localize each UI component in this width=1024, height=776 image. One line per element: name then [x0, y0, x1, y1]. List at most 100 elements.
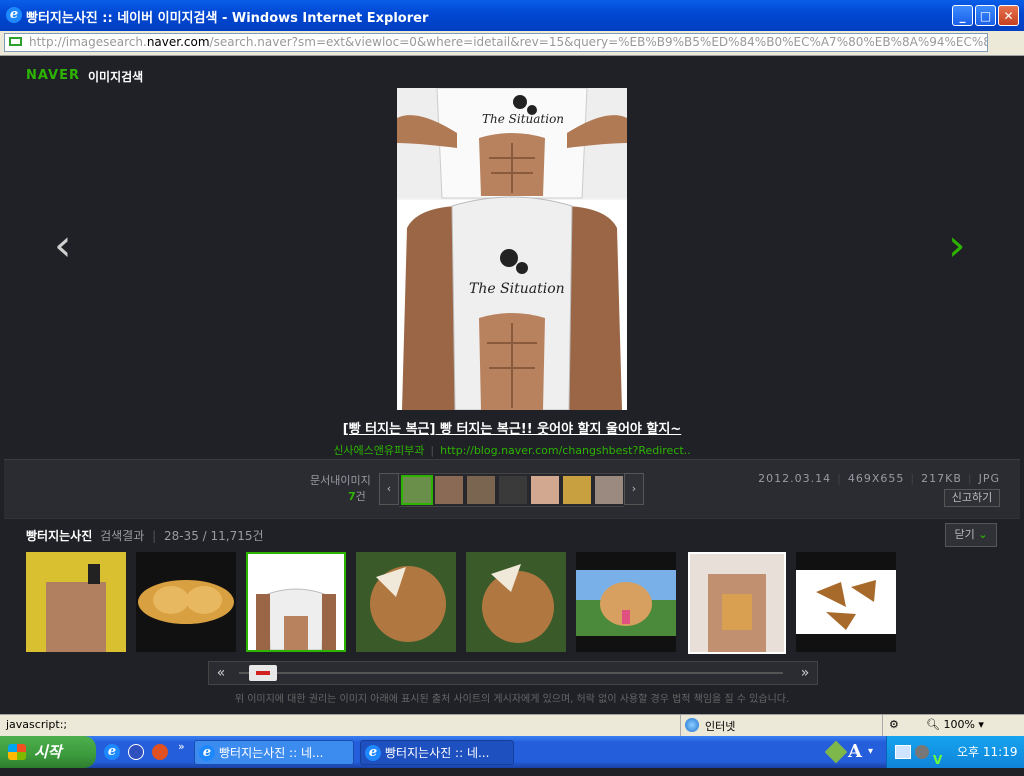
- doc-images-prev-button[interactable]: ‹: [379, 473, 399, 505]
- globe-icon: [685, 718, 699, 732]
- zoom-level: 100%: [943, 718, 975, 731]
- address-rest: /search.naver?sm=ext&viewloc=0&where=ide…: [209, 35, 987, 49]
- naver-logo[interactable]: NAVER: [26, 68, 80, 83]
- results-header: 빵터지는사진 검색결과 | 28-35 / 11,715건: [26, 529, 264, 543]
- result-thumb-1[interactable]: [26, 552, 126, 652]
- lock-icon: ⚙: [889, 718, 899, 731]
- result-thumb-4[interactable]: [356, 552, 456, 652]
- start-button[interactable]: 시작: [0, 736, 96, 768]
- scroll-right-button[interactable]: »: [793, 662, 817, 684]
- results-label: 검색결과: [100, 529, 145, 543]
- window-title: 빵터지는사진 :: 네이버 이미지검색 - Windows Internet E…: [26, 11, 429, 26]
- volume-icon[interactable]: [915, 745, 929, 759]
- taskbar-item-label: 빵터지는사진 :: 네...: [385, 746, 490, 760]
- source-name-link[interactable]: 신사에스앤유피부과: [333, 444, 424, 457]
- taskbar-item-1[interactable]: e 빵터지는사진 :: 네...: [194, 740, 354, 765]
- result-thumb-8[interactable]: [796, 552, 896, 652]
- doc-thumb-7[interactable]: [595, 476, 623, 504]
- network-icon[interactable]: [895, 745, 911, 759]
- ime-icon[interactable]: A: [848, 741, 862, 762]
- close-strip-button[interactable]: 닫기 ⌄: [945, 523, 997, 547]
- windows-logo-icon: [8, 744, 26, 760]
- main-image[interactable]: The Situation The Situation: [397, 88, 627, 410]
- shirt-print-text-2: The Situation: [469, 281, 565, 297]
- prev-image-arrow-icon[interactable]: ‹: [54, 224, 72, 268]
- quicklaunch-ie-icon[interactable]: e: [104, 744, 120, 760]
- antivirus-icon[interactable]: V: [933, 744, 942, 776]
- doc-thumb-5[interactable]: [531, 476, 559, 504]
- image-caption-link[interactable]: [빵 터지는 복근] 빵 터지는 복근!! 웃어야 할지 울어야 할지~: [4, 418, 1020, 437]
- address-bar-area: http://imagesearch.naver.com/search.nave…: [0, 31, 1024, 83]
- browser-status-bar: javascript:; 인터넷 ⚙ 🔍︎ 100% ▾: [0, 714, 1024, 737]
- close-window-button[interactable]: ✕: [998, 5, 1019, 26]
- doc-images-unit: 건: [355, 490, 366, 503]
- image-info-bar: 문서내이미지 7건 ‹ › 2012.03.14 | 469X655 | 217KB | J…: [4, 459, 1020, 518]
- doc-images-strip: [399, 473, 624, 507]
- taskbar-item-label: 빵터지는사진 :: 네...: [219, 746, 324, 760]
- report-button[interactable]: 신고하기: [944, 489, 1000, 507]
- scroll-left-button[interactable]: «: [209, 662, 233, 684]
- chevron-down-icon: ▾: [978, 718, 984, 731]
- maximize-button[interactable]: □: [975, 5, 996, 26]
- image-filesize: 217KB: [921, 472, 962, 485]
- ie-icon: e: [6, 7, 22, 23]
- copyright-notice: 위 이미지에 대한 권리는 이미지 아래에 표시된 출처 사이트의 게시자에게 …: [234, 694, 790, 705]
- scroll-track[interactable]: [239, 672, 783, 674]
- search-results-strip: 빵터지는사진 검색결과 | 28-35 / 11,715건 닫기 ⌄ « » 위…: [4, 518, 1020, 715]
- result-thumb-2[interactable]: [136, 552, 236, 652]
- doc-thumb-6[interactable]: [563, 476, 591, 504]
- minimize-button[interactable]: _: [952, 5, 973, 26]
- start-label: 시작: [34, 743, 62, 761]
- section-title[interactable]: 이미지검색: [88, 68, 143, 85]
- ie-icon: e: [365, 745, 381, 761]
- image-metadata: 2012.03.14 | 469X655 | 217KB | JPG: [758, 472, 1000, 485]
- result-thumb-7[interactable]: [688, 552, 786, 654]
- quicklaunch-media-icon[interactable]: [128, 744, 144, 760]
- page-content: NAVER 이미지검색 ‹ › The Situation The Situat…: [4, 56, 1020, 715]
- status-text: javascript:;: [6, 718, 68, 731]
- results-query[interactable]: 빵터지는사진: [26, 529, 92, 543]
- result-thumb-5[interactable]: [466, 552, 566, 652]
- security-panel[interactable]: ⚙: [882, 715, 923, 737]
- quicklaunch-app-icon[interactable]: [152, 744, 168, 760]
- language-bar-icon[interactable]: [824, 740, 848, 764]
- close-strip-label: 닫기: [954, 528, 975, 541]
- image-format: JPG: [978, 472, 1000, 485]
- image-source: 신사에스앤유피부과 | http://blog.naver.com/changshb…: [333, 444, 691, 457]
- ie-icon: e: [199, 745, 215, 761]
- result-thumb-3-selected[interactable]: [246, 552, 346, 652]
- image-dimensions: 469X655: [847, 472, 905, 485]
- page-icon: [9, 37, 22, 46]
- taskbar-item-2[interactable]: e 빵터지는사진 :: 네...: [360, 740, 514, 765]
- address-input[interactable]: http://imagesearch.naver.com/search.nave…: [4, 33, 988, 52]
- results-range: 28-35 / 11,715건: [163, 529, 264, 543]
- shirt-print-text: The Situation: [482, 112, 564, 126]
- source-url-link[interactable]: http://blog.naver.com/changshbest?Redire…: [440, 444, 691, 457]
- doc-thumb-1[interactable]: [401, 475, 433, 505]
- windows-taskbar: 시작 e » e 빵터지는사진 :: 네... e 빵터지는사진 :: 네...…: [0, 736, 1024, 768]
- zone-panel: 인터넷: [680, 715, 881, 737]
- clock[interactable]: 오후 11:19: [957, 736, 1017, 768]
- doc-images-next-button[interactable]: ›: [624, 473, 644, 505]
- doc-images-count: 7건: [348, 488, 366, 504]
- doc-thumb-4[interactable]: [499, 476, 527, 504]
- result-thumb-6[interactable]: [576, 552, 676, 652]
- window-title-bar: e 빵터지는사진 :: 네이버 이미지검색 - Windows Internet…: [0, 0, 1024, 32]
- doc-thumb-2[interactable]: [435, 476, 463, 504]
- doc-thumb-3[interactable]: [467, 476, 495, 504]
- zoom-icon: 🔍︎: [926, 718, 940, 731]
- chevron-down-icon: ⌄: [978, 528, 988, 541]
- address-prefix: http://imagesearch.: [29, 35, 147, 49]
- quicklaunch-more-icon[interactable]: »: [178, 740, 185, 753]
- ime-menu-icon[interactable]: ▾: [868, 746, 873, 757]
- system-tray: V 오후 11:19: [886, 736, 1024, 768]
- zoom-control[interactable]: 🔍︎ 100% ▾: [926, 718, 984, 731]
- next-image-arrow-icon[interactable]: ›: [948, 224, 966, 268]
- doc-images-label: 문서내이미지: [310, 474, 371, 487]
- scroll-thumb[interactable]: [249, 665, 277, 681]
- zone-text: 인터넷: [705, 720, 736, 733]
- doc-images-number: 7: [348, 490, 356, 503]
- image-date: 2012.03.14: [758, 472, 832, 485]
- results-scrollbar[interactable]: « »: [208, 661, 818, 685]
- address-domain: naver.com: [146, 35, 210, 49]
